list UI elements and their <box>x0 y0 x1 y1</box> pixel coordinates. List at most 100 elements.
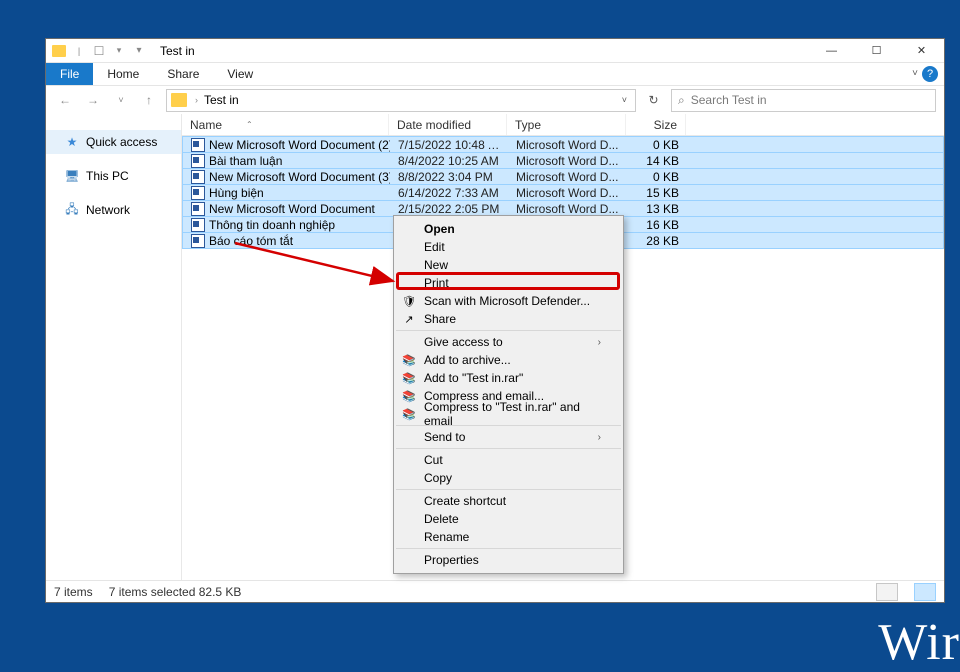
folder-icon <box>50 42 68 60</box>
cm-create-shortcut[interactable]: Create shortcut <box>396 492 621 510</box>
address-box[interactable]: › Test in ˅ <box>166 89 636 112</box>
table-row[interactable]: Hùng biện 6/14/2022 7:33 AM Microsoft Wo… <box>182 184 944 201</box>
column-headers: Name⌃ Date modified Type Size <box>182 114 944 136</box>
word-doc-icon <box>191 186 205 200</box>
sidebar-item-label: This PC <box>86 169 129 183</box>
view-details-button[interactable] <box>876 583 898 601</box>
cm-open[interactable]: Open <box>396 220 621 238</box>
maximize-button[interactable]: ☐ <box>854 39 899 63</box>
refresh-button[interactable]: ↻ <box>642 89 665 112</box>
file-name: Thông tin doanh nghiệp <box>209 218 335 232</box>
word-doc-icon <box>191 138 205 152</box>
file-date: 6/14/2022 7:33 AM <box>390 186 508 200</box>
address-dropdown-icon[interactable]: ˅ <box>622 95 631 105</box>
cm-add-rar[interactable]: 📚 Add to "Test in.rar" <box>396 369 621 387</box>
view-large-icons-button[interactable] <box>914 583 936 601</box>
context-menu: Open Edit New Print 🛡 Scan with Microsof… <box>393 215 624 574</box>
breadcrumb[interactable]: Test in <box>202 93 241 107</box>
sidebar-item-network[interactable]: 🖧 Network <box>46 198 181 222</box>
cm-send-to[interactable]: Send to› <box>396 428 621 446</box>
file-type: Microsoft Word D... <box>508 202 627 216</box>
file-name: Bài tham luận <box>209 154 282 168</box>
sidebar-item-label: Network <box>86 203 130 217</box>
file-date: 8/4/2022 10:25 AM <box>390 154 508 168</box>
tab-share[interactable]: Share <box>153 63 213 85</box>
table-row[interactable]: Bài tham luận 8/4/2022 10:25 AM Microsof… <box>182 152 944 169</box>
close-button[interactable]: ✕ <box>899 39 944 63</box>
file-name: Hùng biện <box>209 186 264 200</box>
cm-rename[interactable]: Rename <box>396 528 621 546</box>
cm-share[interactable]: ↗ Share <box>396 310 621 328</box>
cm-cut[interactable]: Cut <box>396 451 621 469</box>
cm-print[interactable]: Print <box>396 274 621 292</box>
file-size: 16 KB <box>627 218 687 232</box>
cm-add-archive[interactable]: 📚 Add to archive... <box>396 351 621 369</box>
titlebar: | ☐ ▾ ▾ Test in — ☐ ✕ <box>46 39 944 63</box>
quick-access-toolbar: | ☐ ▾ ▾ <box>46 39 152 62</box>
winrar-icon: 📚 <box>401 406 417 422</box>
file-size: 28 KB <box>627 234 687 248</box>
ribbon-tabs: File Home Share View ˅ ? <box>46 63 944 86</box>
cm-properties[interactable]: Properties <box>396 551 621 569</box>
qat-dropdown-icon[interactable]: ▾ <box>110 42 128 60</box>
word-doc-icon <box>191 202 205 216</box>
cm-delete[interactable]: Delete <box>396 510 621 528</box>
winrar-icon: 📚 <box>401 388 417 404</box>
table-row[interactable]: New Microsoft Word Document (2) 7/15/202… <box>182 136 944 153</box>
breadcrumb-sep-icon: › <box>191 95 202 105</box>
winrar-icon: 📚 <box>401 370 417 386</box>
column-header-size[interactable]: Size <box>626 114 686 135</box>
file-date: 2/15/2022 2:05 PM <box>390 202 508 216</box>
status-item-count: 7 items <box>54 585 93 599</box>
share-icon: ↗ <box>401 311 417 327</box>
status-selected: 7 items selected 82.5 KB <box>109 585 242 599</box>
file-type: Microsoft Word D... <box>508 170 627 184</box>
chevron-right-icon: › <box>598 432 601 443</box>
file-size: 15 KB <box>627 186 687 200</box>
column-header-type[interactable]: Type <box>507 114 626 135</box>
help-button[interactable]: ? <box>922 66 938 82</box>
file-size: 13 KB <box>627 202 687 216</box>
cm-copy[interactable]: Copy <box>396 469 621 487</box>
word-doc-icon <box>191 154 205 168</box>
file-type: Microsoft Word D... <box>508 138 627 152</box>
word-doc-icon <box>191 170 205 184</box>
word-doc-icon <box>191 234 205 248</box>
file-type: Microsoft Word D... <box>508 154 627 168</box>
watermark: Wir <box>878 613 960 672</box>
ribbon-expand-icon[interactable]: ˅ <box>912 68 918 79</box>
cm-scan[interactable]: 🛡 Scan with Microsoft Defender... <box>396 292 621 310</box>
cm-edit[interactable]: Edit <box>396 238 621 256</box>
sidebar-item-quick-access[interactable]: ★ Quick access <box>46 130 181 154</box>
tab-view[interactable]: View <box>213 63 267 85</box>
qat-sep-icon: | <box>70 42 88 60</box>
cm-new[interactable]: New <box>396 256 621 274</box>
network-icon: 🖧 <box>64 202 80 218</box>
up-button[interactable]: ↑ <box>138 89 160 111</box>
column-header-name[interactable]: Name⌃ <box>182 114 389 135</box>
properties-icon[interactable]: ☐ <box>90 42 108 60</box>
table-row[interactable]: New Microsoft Word Document (3) 8/8/2022… <box>182 168 944 185</box>
minimize-button[interactable]: — <box>809 39 854 63</box>
sidebar-item-label: Quick access <box>86 135 157 149</box>
search-input[interactable]: ⌕ Search Test in <box>671 89 936 112</box>
chevron-right-icon: › <box>598 337 601 348</box>
back-button[interactable]: ← <box>54 89 76 111</box>
cm-compress-rar-email[interactable]: 📚 Compress to "Test in.rar" and email <box>396 405 621 423</box>
star-icon: ★ <box>64 134 80 150</box>
folder-icon <box>171 93 187 107</box>
defender-icon: 🛡 <box>401 293 417 309</box>
file-date: 7/15/2022 10:48 AM <box>390 138 508 152</box>
qat-overflow-icon[interactable]: ▾ <box>130 42 148 60</box>
sidebar-item-this-pc[interactable]: 🖥 This PC <box>46 164 181 188</box>
nav-history-button[interactable]: ˅ <box>110 89 132 111</box>
forward-button[interactable]: → <box>82 89 104 111</box>
file-size: 0 KB <box>627 170 687 184</box>
tab-home[interactable]: Home <box>93 63 153 85</box>
sidebar: ★ Quick access 🖥 This PC 🖧 Network <box>46 114 182 580</box>
word-doc-icon <box>191 218 205 232</box>
column-header-date[interactable]: Date modified <box>389 114 507 135</box>
cm-give-access[interactable]: Give access to› <box>396 333 621 351</box>
address-bar: ← → ˅ ↑ › Test in ˅ ↻ ⌕ Search Test in <box>46 86 944 114</box>
tab-file[interactable]: File <box>46 63 93 85</box>
